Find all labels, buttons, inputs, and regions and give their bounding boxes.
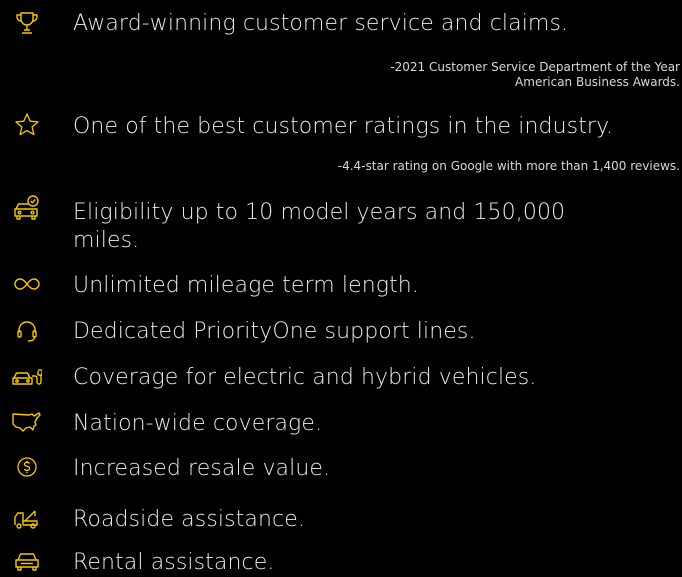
rating-source-note: -4.4-star rating on Google with more tha… bbox=[337, 159, 680, 173]
car-check-icon bbox=[10, 193, 44, 223]
star-icon bbox=[10, 110, 44, 140]
benefit-roadside: Roadside assistance. bbox=[73, 507, 305, 532]
benefit-resale-value: Increased resale value. bbox=[73, 456, 331, 481]
benefit-rental: Rental assistance. bbox=[73, 550, 275, 575]
benefit-award-service: Award-winning customer service and claim… bbox=[73, 11, 569, 36]
benefit-nationwide: Nation-wide coverage. bbox=[73, 411, 323, 436]
us-map-icon bbox=[10, 407, 44, 437]
benefit-electric-hybrid: Coverage for electric and hybrid vehicle… bbox=[73, 365, 537, 390]
benefit-unlimited-mileage: Unlimited mileage term length. bbox=[73, 273, 419, 298]
benefit-customer-ratings: One of the best customer ratings in the … bbox=[73, 114, 614, 139]
electric-car-icon bbox=[10, 362, 44, 392]
benefit-eligibility: Eligibility up to 10 model years and 150… bbox=[73, 200, 566, 253]
benefit-support-lines: Dedicated PriorityOne support lines. bbox=[73, 319, 476, 344]
car-icon bbox=[10, 546, 44, 576]
headset-icon bbox=[10, 316, 44, 346]
award-source-note-2: American Business Awards. bbox=[515, 75, 680, 89]
trophy-icon bbox=[10, 8, 44, 38]
tow-truck-icon bbox=[10, 504, 44, 534]
infinity-icon bbox=[10, 269, 44, 299]
dollar-coin-icon bbox=[10, 452, 44, 482]
award-source-note: -2021 Customer Service Department of the… bbox=[390, 60, 680, 74]
